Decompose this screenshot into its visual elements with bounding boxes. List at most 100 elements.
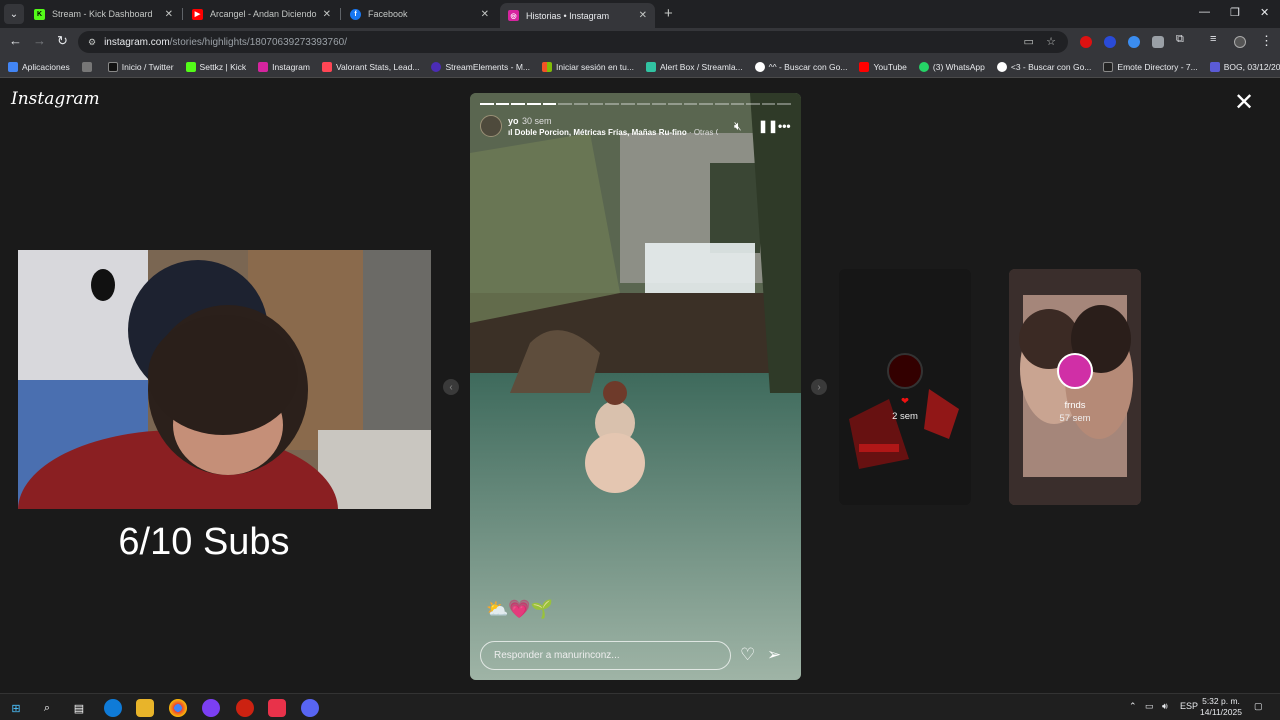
extensions-puzzle-icon[interactable]: ⧉ [1176,33,1184,46]
minimize-button[interactable]: — [1199,6,1210,18]
notifications-icon[interactable]: ▢ [1254,701,1263,712]
clock-date: 14/11/2025 [1200,707,1242,717]
close-stories-button[interactable]: ✕ [1234,91,1254,115]
avatar [1057,353,1093,389]
bookmark-item[interactable] [81,61,96,72]
media-controls-icon[interactable]: ≡ [1210,33,1216,45]
instagram-logo[interactable]: Instagram [11,89,100,109]
edge-icon[interactable] [104,699,122,717]
story-viewer[interactable]: yo 30 sem ıl Doble Porcion, Métricas Frí… [470,93,801,680]
valorant-icon[interactable] [236,699,254,717]
story-progress-bar [480,103,792,105]
webcam-overlay [18,250,431,509]
clock[interactable]: 5:32 p. m. 14/11/2025 [1196,696,1246,718]
bookmark-item[interactable]: ^^ - Buscar con Go... [754,61,847,72]
new-tab-button[interactable]: + [664,5,673,22]
extension-icon[interactable] [1128,36,1140,48]
mute-icon[interactable]: 🔇︎ [734,119,742,134]
network-icon[interactable]: ▭ [1145,701,1154,712]
extension-icon[interactable] [1104,36,1116,48]
facebook-icon: f [350,8,361,20]
highlight-time: 57 sem [1059,413,1091,424]
more-options-icon[interactable]: ••• [778,119,791,133]
tab-search-button[interactable]: ⌄ [4,4,24,24]
discord-icon[interactable] [301,699,319,717]
bookmark-star-icon[interactable]: ☆ [1046,36,1056,48]
site-info-icon[interactable]: ⚙ [88,37,96,48]
tab-youtube[interactable]: ▶ Arcangel - Andan Diciendo - Yo ✕ [184,3,339,25]
bookmark-item[interactable]: (3) WhatsApp [918,61,985,72]
close-icon[interactable]: ✕ [323,9,331,20]
chrome-icon[interactable] [169,699,187,717]
streamelements-icon [431,61,442,72]
highlight-thumbnail[interactable]: frnds 57 sem [1009,269,1141,505]
story-header: yo 30 sem ıl Doble Porcion, Métricas Frí… [480,113,791,141]
story-image [470,93,801,680]
heart-icon[interactable]: ♡ [740,645,755,665]
close-icon[interactable]: ✕ [481,9,489,20]
bookmark-item[interactable]: Valorant Stats, Lead... [321,61,419,72]
bookmark-item[interactable]: BOG, 03/12/2023 [1209,61,1280,72]
bookmark-item[interactable]: Settkz | Kick [185,61,246,72]
bookmark-item[interactable]: Inicio / Twitter [107,61,174,72]
x-twitter-icon [107,61,118,72]
previous-story-button[interactable]: ‹ [443,379,459,395]
reply-input[interactable]: Responder a manurinconz... [480,641,731,670]
youtube-icon [859,61,870,72]
music-bars-icon: ıl [508,128,515,137]
volume-icon[interactable]: 🔊︎ [1162,701,1168,712]
bookmark-item[interactable]: Instagram [258,61,310,72]
forward-button[interactable]: → [33,33,46,48]
task-view-icon[interactable]: ▤ [70,699,88,717]
windows-start-icon[interactable]: ⊞ [7,699,25,717]
back-button[interactable]: ← [9,33,22,48]
reload-button[interactable]: ↻ [57,33,68,49]
story-username[interactable]: yo [508,116,519,126]
tab-strip: ⌄ K Stream - Kick Dashboard ✕ ▶ Arcangel… [0,0,1280,28]
valorant-icon [321,61,332,72]
bookmark-item[interactable]: Emote Directory - 7... [1103,61,1198,72]
bookmark-item[interactable]: StreamElements - M... [431,61,530,72]
next-story-button[interactable]: › [811,379,827,395]
address-bar[interactable]: ⚙ instagram.com /stories/highlights/1807… [78,31,1068,53]
file-explorer-icon[interactable] [136,699,154,717]
highlight-thumbnail[interactable]: ❤ 2 sem [839,269,971,505]
bookmark-item[interactable]: Aplicaciones [8,61,70,72]
tab-title: Arcangel - Andan Diciendo - Yo [210,9,319,19]
bookmark-item[interactable]: Iniciar sesión en tu... [542,61,634,72]
search-icon[interactable]: ⌕ [38,699,56,717]
tab-kick[interactable]: K Stream - Kick Dashboard ✕ [26,3,181,25]
highlight-time: 2 sem [892,411,918,422]
microsoft-icon [542,61,552,72]
restore-button[interactable]: ❐ [1230,6,1240,19]
send-icon[interactable]: ➢ [767,645,781,665]
app-icon[interactable] [268,699,286,717]
youtube-icon: ▶ [192,8,203,20]
bookmark-item[interactable]: <3 - Buscar con Go... [996,61,1091,72]
address-site: instagram.com [104,36,170,48]
heart-icon: ❤ [901,396,909,407]
profile-avatar[interactable] [1234,36,1246,48]
instagram-stories-page: Instagram ✕ 6/10 Subs ‹ › yo 30 sem ıl D… [0,79,1280,693]
chevron-up-icon[interactable]: ⌃ [1129,701,1137,712]
shield-icon[interactable] [1152,36,1164,48]
tab-title: Historias • Instagram [526,10,610,21]
app-icon[interactable] [202,699,220,717]
grid-icon [81,61,92,72]
close-icon[interactable]: ✕ [165,9,173,20]
omnibox-actions: ▭ ☆ [1023,35,1056,48]
menu-kebab-icon[interactable]: ⋮ [1260,33,1273,49]
tab-instagram[interactable]: ◎ Historias • Instagram ✕ [500,3,655,28]
bookmark-item[interactable]: YouTube [859,61,907,72]
window-close-button[interactable]: ✕ [1260,6,1269,19]
extension-icon[interactable] [1080,36,1092,48]
pause-icon[interactable]: ❚❚ [758,119,778,133]
whatsapp-icon [918,61,929,72]
cast-icon[interactable]: ▭ [1023,36,1033,48]
bookmark-item[interactable]: Alert Box / Streamla... [645,61,743,72]
close-icon[interactable]: ✕ [639,10,647,21]
tab-facebook[interactable]: f Facebook ✕ [342,3,497,25]
avatar[interactable] [480,115,502,137]
story-music-label[interactable]: ıl Doble Porcion, Métricas Frías, Mañas … [508,128,718,137]
windows-taskbar: ⊞ ⌕ ▤ ⌃ ▭ 🔊︎ ESP 5:32 p. m. 14/11/2025 ▢ [0,693,1280,720]
